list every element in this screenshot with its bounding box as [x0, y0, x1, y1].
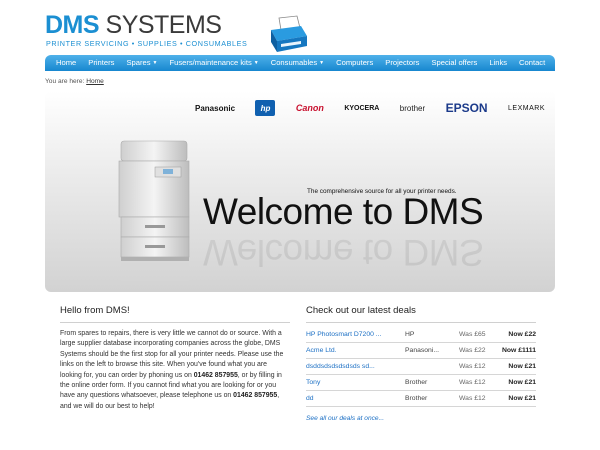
logo-systems: SYSTEMS	[105, 11, 222, 39]
breadcrumb-prefix: You are here:	[45, 78, 87, 85]
deal-was-price: Was £65	[459, 331, 486, 338]
nav-fusers[interactable]: Fusers/maintenance kits ▼	[163, 55, 264, 71]
deal-maker: HP	[405, 331, 415, 338]
breadcrumb: You are here: Home	[45, 78, 104, 85]
nav-consumables-label: Consumables	[270, 58, 318, 67]
laser-printer-image	[118, 140, 190, 281]
hero-banner: Panasonic hp Canon KYOCERA brother EPSON…	[45, 91, 555, 292]
deal-name-link[interactable]: Tony	[306, 379, 405, 386]
nav-spares-label: Spares	[126, 58, 151, 67]
deal-row[interactable]: Tony Brother Was £12 Now £21	[306, 375, 536, 391]
deal-row[interactable]: HP Photosmart D7200 ... HP Was £65 Now £…	[306, 327, 536, 343]
site-logo[interactable]: DMS SYSTEMS PRINTER SERVICING • SUPPLIES…	[45, 10, 307, 56]
deals-title: Check out our latest deals	[306, 305, 536, 323]
deal-now-price: Now £22	[508, 331, 536, 338]
brand-panasonic: Panasonic	[195, 103, 236, 113]
intro-section: Hello from DMS! From spares to repairs, …	[60, 305, 290, 412]
nav-special-offers[interactable]: Special offers	[425, 55, 483, 71]
printer-icon	[271, 15, 307, 52]
brand-brother: brother	[399, 103, 426, 113]
main-nav: Home Printers Spares ▼ Fusers/maintenance…	[45, 55, 555, 71]
hero-welcome-reflection: Welcome to DMS	[203, 232, 484, 273]
deal-now-price: Now £21	[508, 395, 536, 402]
breadcrumb-home-link[interactable]: Home	[86, 78, 104, 85]
deal-now-price: Now £21	[508, 379, 536, 386]
chevron-down-icon: ▼	[253, 60, 259, 66]
deal-name-link[interactable]: dsddsdsdsdsdsds sd...	[306, 363, 405, 370]
deal-name-link[interactable]: Acme Ltd.	[306, 347, 405, 354]
brand-hp: hp	[255, 100, 276, 116]
deal-was-price: Was £22	[459, 347, 486, 354]
hero-welcome-heading: Welcome to DMS	[203, 191, 484, 232]
logo-dms: DMS	[45, 11, 100, 39]
nav-printers[interactable]: Printers	[82, 55, 120, 71]
brand-lexmark: LEXMARK	[508, 104, 545, 112]
deal-name-link[interactable]: dd	[306, 395, 405, 402]
nav-links-label: Links	[489, 58, 508, 67]
chevron-down-icon: ▼	[319, 60, 325, 66]
nav-links[interactable]: Links	[483, 55, 513, 71]
brand-epson: EPSON	[445, 101, 488, 115]
deal-row[interactable]: dsddsdsdsdsdsds sd... Was £12 Now £21	[306, 359, 536, 375]
nav-fusers-label: Fusers/maintenance kits	[169, 58, 252, 67]
deal-maker: Brother	[405, 379, 428, 386]
deal-was-price: Was £12	[459, 379, 486, 386]
deals-table: HP Photosmart D7200 ... HP Was £65 Now £…	[306, 327, 536, 407]
nav-home[interactable]: Home	[50, 55, 82, 71]
nav-projectors[interactable]: Projectors	[379, 55, 425, 71]
intro-title: Hello from DMS!	[60, 305, 290, 323]
logo-wordmark: DMS SYSTEMS	[45, 10, 222, 40]
deal-row[interactable]: dd Brother Was £12 Now £21	[306, 391, 536, 407]
nav-home-label: Home	[56, 58, 77, 67]
deal-now-price: Now £1111	[501, 347, 536, 354]
deal-was-price: Was £12	[459, 363, 486, 370]
nav-computers[interactable]: Computers	[330, 55, 379, 71]
intro-text: From spares to repairs, there is very li…	[60, 329, 290, 412]
nav-spares[interactable]: Spares ▼	[120, 55, 163, 71]
phone-number: 01462 857955	[193, 371, 238, 379]
nav-projectors-label: Projectors	[385, 58, 420, 67]
deal-maker: Brother	[405, 395, 428, 402]
deal-now-price: Now £21	[508, 363, 536, 370]
phone-number: 01462 857955	[233, 392, 278, 400]
nav-computers-label: Computers	[336, 58, 374, 67]
deals-section: Check out our latest deals HP Photosmart…	[306, 305, 536, 422]
nav-printers-label: Printers	[88, 58, 115, 67]
deal-name-link[interactable]: HP Photosmart D7200 ...	[306, 331, 405, 338]
nav-contact[interactable]: Contact	[513, 55, 551, 71]
brand-kyocera: KYOCERA	[344, 104, 380, 112]
deal-maker: Panasoni...	[405, 347, 440, 354]
deal-was-price: Was £12	[459, 395, 486, 402]
nav-special-offers-label: Special offers	[431, 58, 478, 67]
brand-logos: Panasonic hp Canon KYOCERA brother EPSON…	[195, 99, 545, 117]
nav-consumables[interactable]: Consumables ▼	[265, 55, 330, 71]
chevron-down-icon: ▼	[152, 60, 158, 66]
deal-row[interactable]: Acme Ltd. Panasoni... Was £22 Now £1111	[306, 343, 536, 359]
see-all-deals-link[interactable]: See all our deals at once...	[306, 415, 536, 422]
logo-tagline: PRINTER SERVICING • SUPPLIES • CONSUMABL…	[46, 39, 248, 48]
brand-canon: Canon	[295, 103, 324, 113]
nav-contact-label: Contact	[519, 58, 546, 67]
